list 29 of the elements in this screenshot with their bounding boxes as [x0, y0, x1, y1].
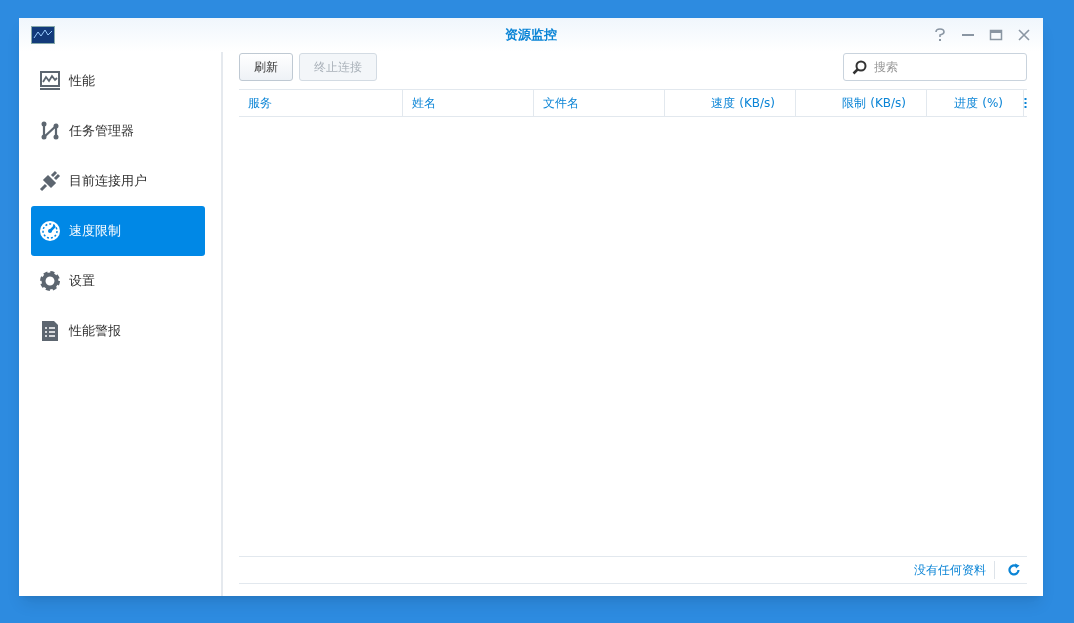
gear-icon — [39, 270, 61, 292]
sidebar-item[interactable]: 设置 — [31, 256, 205, 306]
help-icon[interactable] — [933, 28, 947, 42]
search-icon — [852, 60, 867, 75]
search-field[interactable]: 搜索 — [843, 53, 1027, 81]
status-text: 没有任何资料 — [914, 561, 995, 579]
refresh-icon[interactable] — [1007, 563, 1021, 577]
document-list-icon — [39, 320, 61, 342]
column-header[interactable]: 速度 (KB/s) — [665, 90, 796, 116]
sidebar-item[interactable]: 目前连接用户 — [31, 156, 205, 206]
toolbar-button[interactable]: 刷新 — [239, 53, 293, 81]
gauge-icon — [39, 220, 61, 242]
sidebar-item[interactable]: 速度限制 — [31, 206, 205, 256]
column-header[interactable]: 服务 — [239, 90, 403, 116]
more-options-icon[interactable] — [1024, 98, 1027, 108]
window-title: 资源监控 — [505, 26, 557, 45]
close-icon[interactable] — [1017, 28, 1031, 42]
column-header[interactable]: 文件名 — [534, 90, 665, 116]
sidebar-item[interactable]: 任务管理器 — [31, 106, 205, 156]
plug-icon — [39, 170, 61, 192]
chart-icon — [39, 70, 61, 92]
sidebar-item[interactable]: 性能 — [31, 56, 205, 106]
column-header[interactable]: 限制 (KB/s) — [796, 90, 927, 116]
flow-icon — [39, 120, 61, 142]
maximize-icon[interactable] — [989, 28, 1003, 42]
sidebar-item[interactable]: 性能警报 — [31, 306, 205, 356]
column-header[interactable]: 进度 (%) — [927, 90, 1024, 116]
column-header[interactable]: 姓名 — [403, 90, 534, 116]
monitor-chart-icon — [31, 26, 55, 44]
